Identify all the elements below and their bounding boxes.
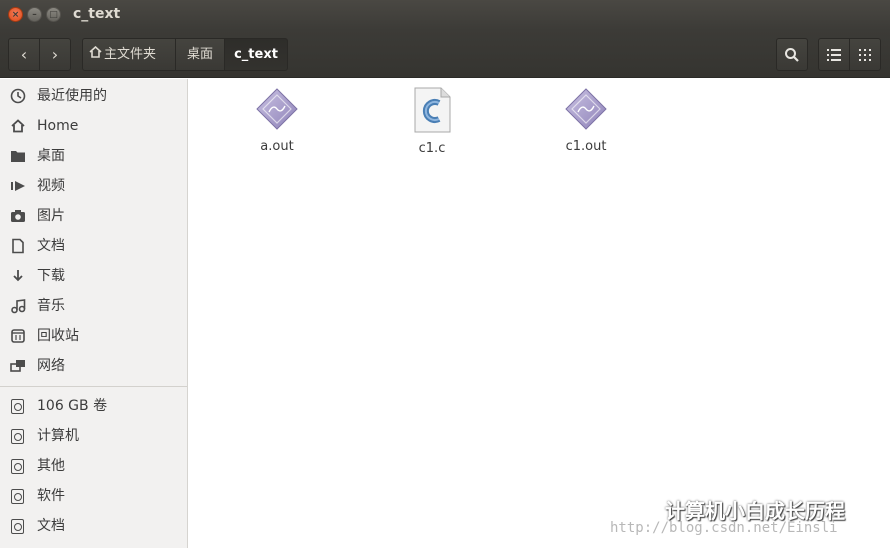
breadcrumb-label: 桌面 — [186, 47, 213, 62]
sidebar-item-label: 最近使用的 — [37, 88, 107, 104]
grid-view-icon — [859, 49, 871, 61]
document-icon — [10, 238, 26, 254]
drive-icon — [11, 459, 24, 474]
sidebar-item-desktop[interactable]: 桌面 — [0, 141, 187, 171]
sidebar-item-label: 下载 — [37, 268, 65, 284]
sidebar-item-label: 计算机 — [37, 428, 79, 444]
maximize-window-button[interactable]: □ — [46, 7, 61, 22]
network-icon — [10, 358, 26, 374]
home-icon — [89, 39, 102, 70]
sidebar-item-label: 图片 — [37, 208, 65, 224]
folder-icon — [10, 148, 26, 164]
sidebar-item-documents[interactable]: 文档 — [0, 231, 187, 261]
sidebar-item-label: 其他 — [37, 458, 65, 474]
sidebar-item-computer[interactable]: 计算机 — [0, 421, 187, 451]
executable-icon — [565, 88, 607, 130]
forward-button[interactable]: › — [39, 38, 71, 71]
sidebar-item-documents-drive[interactable]: 文档 — [0, 511, 187, 541]
breadcrumb-desktop[interactable]: 桌面 — [175, 38, 225, 71]
toolbar: ‹ › 主文件夹 桌面 c_text — [0, 30, 890, 78]
watermark-url: http://blog.csdn.net/Einsli — [610, 520, 838, 536]
recent-clock-icon — [10, 88, 26, 104]
title-bar: × – □ c_text — [0, 0, 890, 30]
sidebar-item-music[interactable]: 音乐 — [0, 291, 187, 321]
music-icon — [10, 298, 26, 314]
file-item[interactable]: a.out — [222, 87, 332, 154]
sidebar-item-label: 桌面 — [37, 148, 65, 164]
grid-view-button[interactable] — [849, 38, 881, 71]
sidebar-item-other[interactable]: 其他 — [0, 451, 187, 481]
breadcrumb-home[interactable]: 主文件夹 — [82, 38, 176, 71]
file-name: c1.out — [565, 139, 607, 154]
sidebar-item-label: 音乐 — [37, 298, 65, 314]
window-title: c_text — [73, 6, 121, 22]
search-icon — [785, 48, 799, 62]
chevron-left-icon: ‹ — [20, 45, 28, 64]
sidebar-item-label: 软件 — [37, 488, 65, 504]
video-icon — [10, 178, 26, 194]
back-button[interactable]: ‹ — [8, 38, 40, 71]
sidebar-divider — [0, 386, 187, 387]
drive-icon — [11, 519, 24, 534]
list-view-button[interactable] — [818, 38, 850, 71]
c-source-icon — [414, 87, 451, 133]
file-name: c1.c — [418, 141, 446, 156]
file-item[interactable]: c1.out — [531, 87, 641, 154]
sidebar-item-recent[interactable]: 最近使用的 — [0, 81, 187, 111]
file-name: a.out — [260, 139, 294, 154]
download-icon — [10, 268, 26, 284]
executable-icon — [256, 88, 298, 130]
minimize-window-button[interactable]: – — [27, 7, 42, 22]
breadcrumb-label: 主文件夹 — [104, 47, 157, 62]
drive-icon — [11, 489, 24, 504]
sidebar-item-label: 回收站 — [37, 328, 79, 344]
sidebar-item-downloads[interactable]: 下载 — [0, 261, 187, 291]
camera-icon — [10, 208, 26, 224]
sidebar-item-label: 网络 — [37, 358, 65, 374]
wechat-logo-icon — [633, 499, 660, 519]
sidebar-item-software[interactable]: 软件 — [0, 481, 187, 511]
breadcrumb-label: c_text — [234, 47, 278, 62]
sidebar-item-label: Home — [37, 118, 79, 134]
sidebar-item-pictures[interactable]: 图片 — [0, 201, 187, 231]
sidebar-item-volume[interactable]: 106 GB 卷 — [0, 391, 187, 421]
sidebar: 最近使用的 Home 桌面 视频 图片 文档 下载 音乐 回收站 网络 106 … — [0, 79, 188, 548]
trash-icon — [10, 328, 26, 344]
close-window-button[interactable]: × — [8, 7, 23, 22]
sidebar-item-label: 106 GB 卷 — [37, 398, 108, 414]
drive-icon — [11, 399, 24, 414]
sidebar-item-label: 文档 — [37, 518, 65, 534]
list-view-icon — [827, 49, 841, 61]
drive-icon — [11, 429, 24, 444]
sidebar-item-label: 视频 — [37, 178, 65, 194]
home-icon — [10, 118, 26, 134]
sidebar-item-network[interactable]: 网络 — [0, 351, 187, 381]
sidebar-item-home[interactable]: Home — [0, 111, 187, 141]
sidebar-item-label: 文档 — [37, 238, 65, 254]
chevron-right-icon: › — [51, 45, 59, 64]
file-view: a.out c1.c c1.out — [188, 79, 890, 548]
file-item[interactable]: c1.c — [377, 87, 487, 156]
search-button[interactable] — [776, 38, 808, 71]
breadcrumb-current[interactable]: c_text — [224, 38, 288, 71]
sidebar-item-trash[interactable]: 回收站 — [0, 321, 187, 351]
sidebar-item-videos[interactable]: 视频 — [0, 171, 187, 201]
